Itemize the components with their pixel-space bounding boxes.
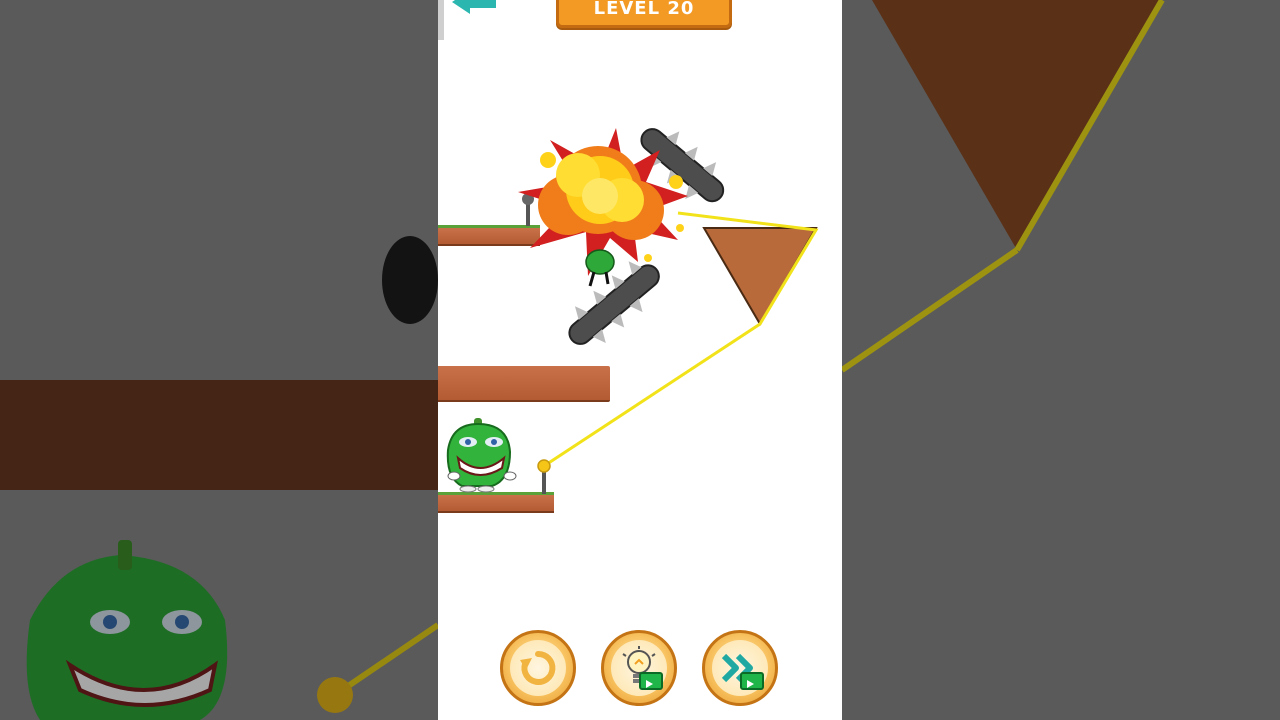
game-scene xyxy=(446,128,819,493)
game-viewport[interactable]: LEVEL 20 xyxy=(438,0,842,720)
video-ad-icon xyxy=(639,672,663,690)
wooden-wedge xyxy=(702,227,818,326)
background-blur-right xyxy=(842,0,1280,720)
background-dim xyxy=(0,0,438,720)
background-dim xyxy=(842,0,1280,720)
green-pepper-enemy xyxy=(585,249,615,287)
restart-button[interactable] xyxy=(500,630,576,706)
background-blur-left xyxy=(0,0,438,720)
green-pepper-player xyxy=(446,418,517,493)
spiked-saw-bar-lower xyxy=(568,261,660,345)
rope-anchor xyxy=(537,459,551,473)
skip-level-button[interactable] xyxy=(702,630,778,706)
hint-button[interactable] xyxy=(601,630,677,706)
video-ad-icon xyxy=(740,672,764,690)
control-bar xyxy=(438,630,842,710)
restart-icon xyxy=(520,650,556,685)
